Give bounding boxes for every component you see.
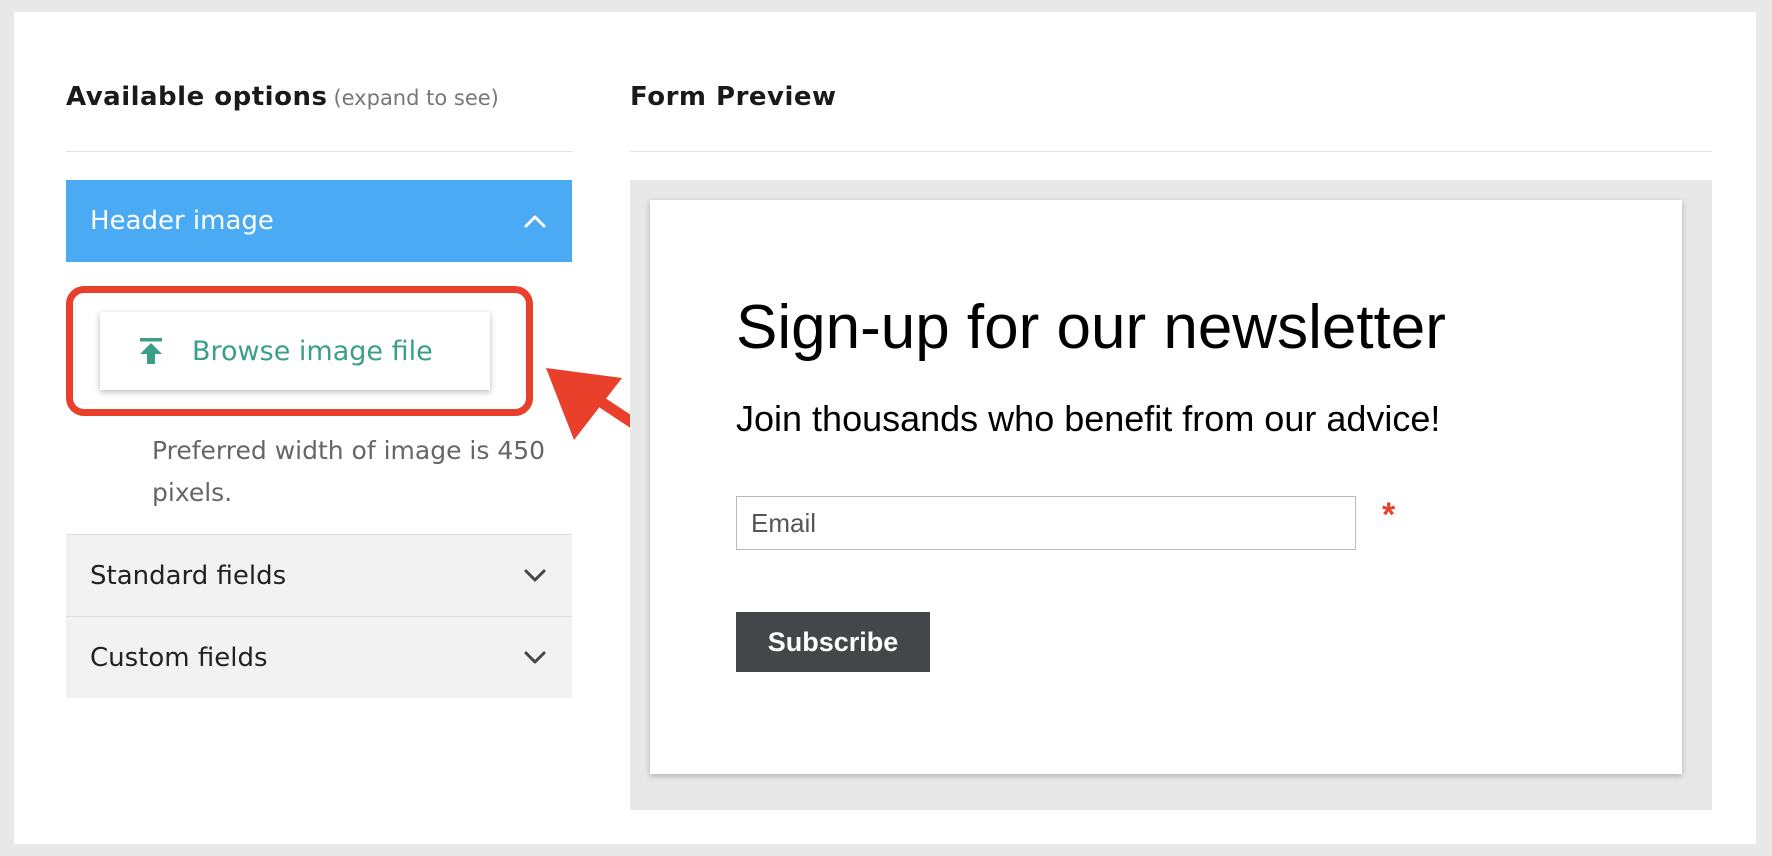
accordion-label: Standard fields [90,560,287,591]
options-header: Available options (expand to see) [66,82,572,152]
accordion-label: Header image [90,206,274,236]
newsletter-subheading: Join thousands who benefit from our advi… [736,398,1441,439]
preferred-width-note: Preferred width of image is 450 pixels. [152,436,546,507]
options-hint: (expand to see) [333,86,499,110]
chevron-down-icon [524,651,546,665]
accordion-standard-fields[interactable]: Standard fields [66,534,572,616]
browse-button-label: Browse image file [192,335,433,367]
newsletter-heading: Sign-up for our newsletter [736,293,1446,362]
accordion-custom-fields[interactable]: Custom fields [66,616,572,698]
browse-image-button[interactable]: Browse image file [100,312,490,390]
subscribe-button[interactable]: Subscribe [736,612,930,672]
accordion-header-image[interactable]: Header image [66,180,572,262]
main-panel: Available options (expand to see) Header … [14,12,1756,844]
upload-icon [138,337,164,365]
required-marker: * [1382,496,1396,534]
accordion-label: Custom fields [90,642,268,673]
chevron-up-icon [524,214,546,228]
form-preview-card: Sign-up for our newsletter Join thousand… [650,200,1682,774]
options-title: Available options [66,82,328,112]
email-field[interactable] [736,496,1356,550]
form-preview-title: Form Preview [630,82,1712,152]
chevron-down-icon [524,569,546,583]
